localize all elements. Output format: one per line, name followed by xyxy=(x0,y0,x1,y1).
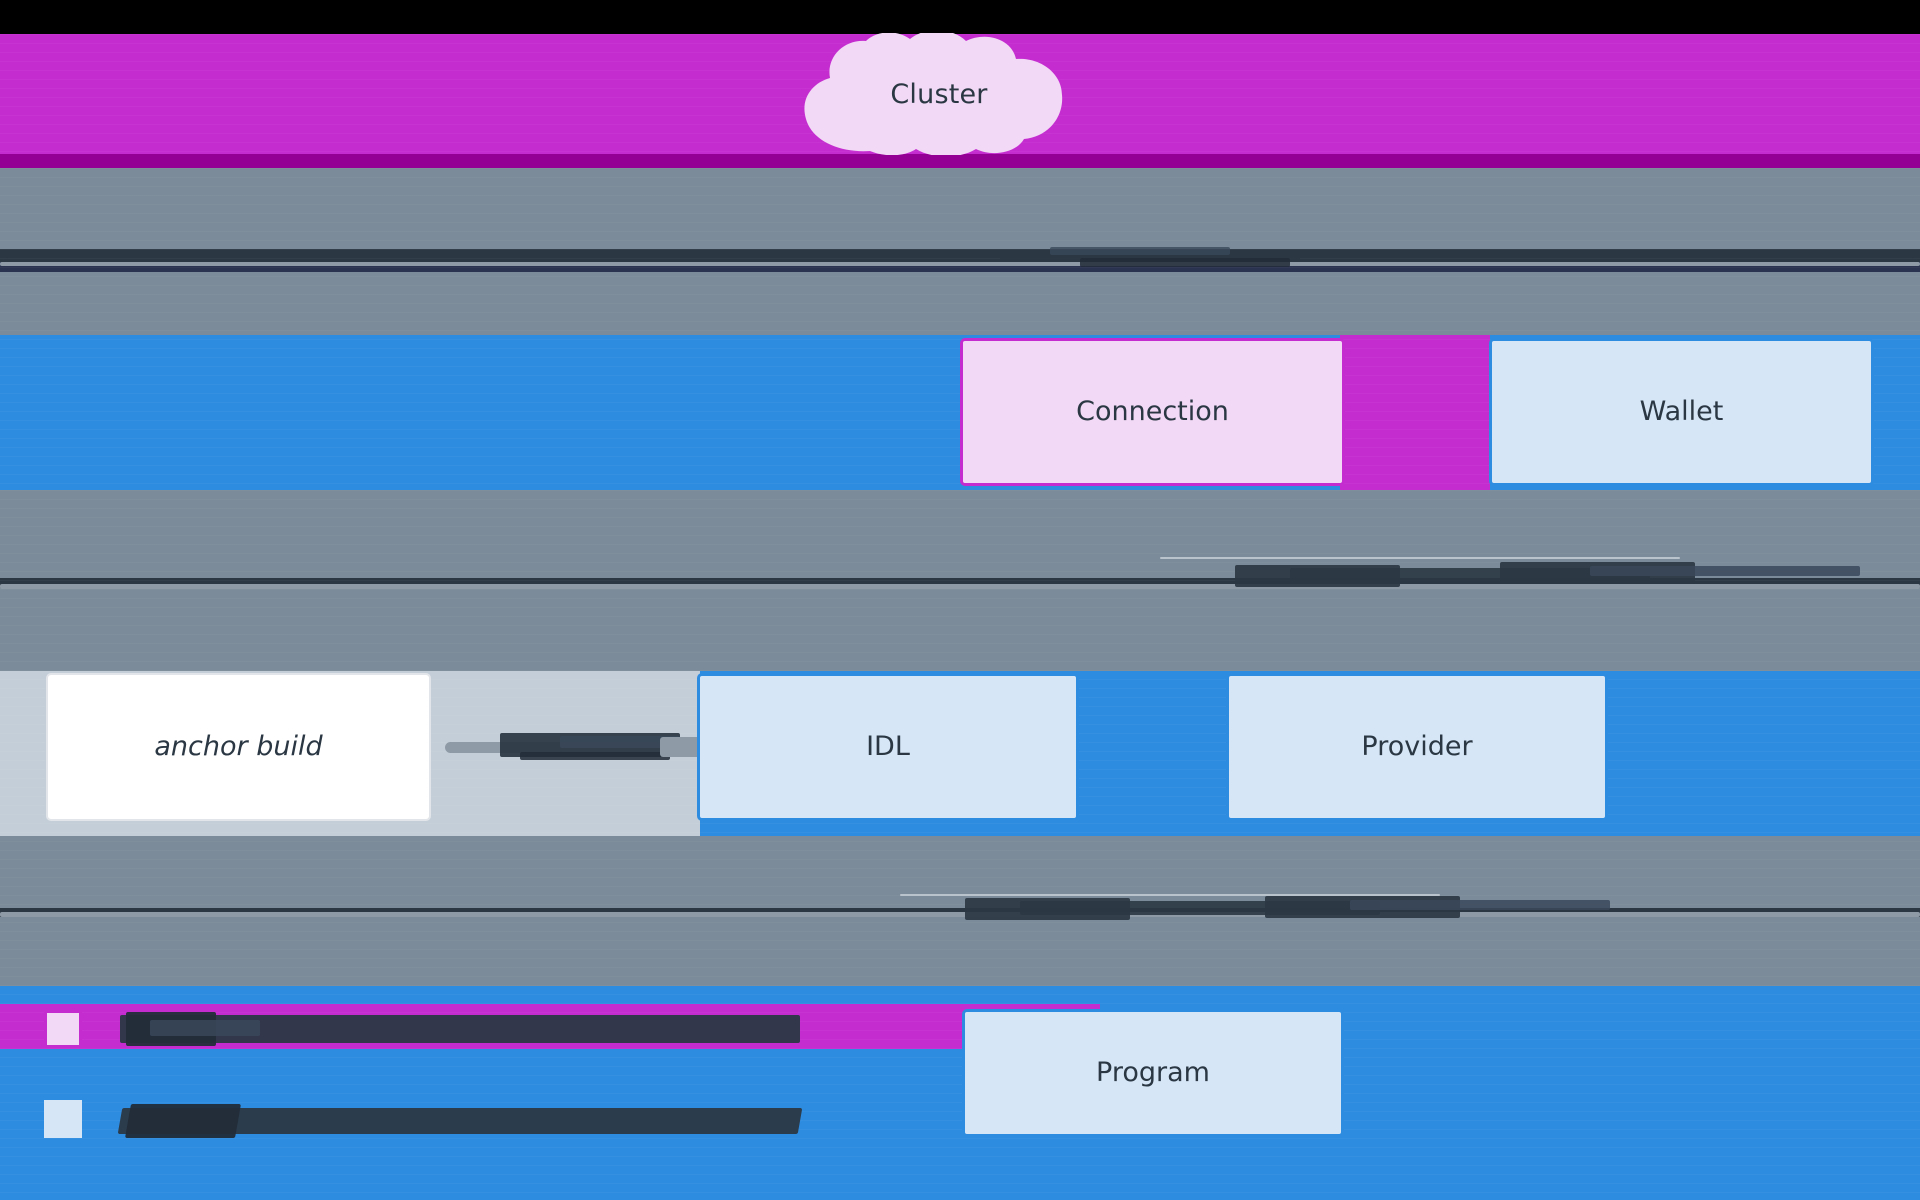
band-gray-4b xyxy=(0,917,1920,986)
edge-smear-l4 xyxy=(1350,900,1610,910)
node-connection-label: Connection xyxy=(1076,396,1229,428)
legend-swatch-anchor xyxy=(44,1100,82,1138)
edge-smear-u4 xyxy=(1590,566,1860,576)
node-provider[interactable]: Provider xyxy=(1226,673,1608,821)
band-navy-1 xyxy=(0,249,1920,262)
diagram-canvas: Cluster instantiates Connection Wallet u… xyxy=(0,0,1920,1200)
band-magenta-edge xyxy=(0,154,1920,168)
node-anchor-build[interactable]: anchor build xyxy=(46,673,431,821)
node-program[interactable]: Program xyxy=(962,1009,1344,1137)
node-idl[interactable]: IDL xyxy=(697,673,1079,821)
cluster-cloud[interactable]: Cluster xyxy=(800,33,1078,155)
edge-line-used-by-upper xyxy=(0,584,1920,589)
node-provider-label: Provider xyxy=(1361,731,1473,763)
node-anchor-build-label: anchor build xyxy=(154,731,323,763)
edge-line-used-by-upper-hl xyxy=(1160,557,1680,559)
band-gray-1 xyxy=(0,168,1920,249)
band-gray-2 xyxy=(0,272,1920,335)
band-magenta-column xyxy=(1340,335,1490,490)
node-idl-label: IDL xyxy=(866,731,910,763)
band-gray-3b xyxy=(0,588,1920,671)
edge-arrowhead-generates xyxy=(660,737,700,757)
node-connection[interactable]: Connection xyxy=(960,338,1345,486)
band-top-black xyxy=(0,0,1920,34)
node-wallet-label: Wallet xyxy=(1639,396,1724,428)
legend-swatch-solana xyxy=(44,1010,82,1048)
edge-line-instantiates xyxy=(0,262,1920,266)
edge-line-used-by-lower xyxy=(0,912,1920,917)
node-wallet[interactable]: Wallet xyxy=(1489,338,1874,486)
cluster-label: Cluster xyxy=(890,78,988,110)
node-program-label: Program xyxy=(1096,1057,1210,1089)
